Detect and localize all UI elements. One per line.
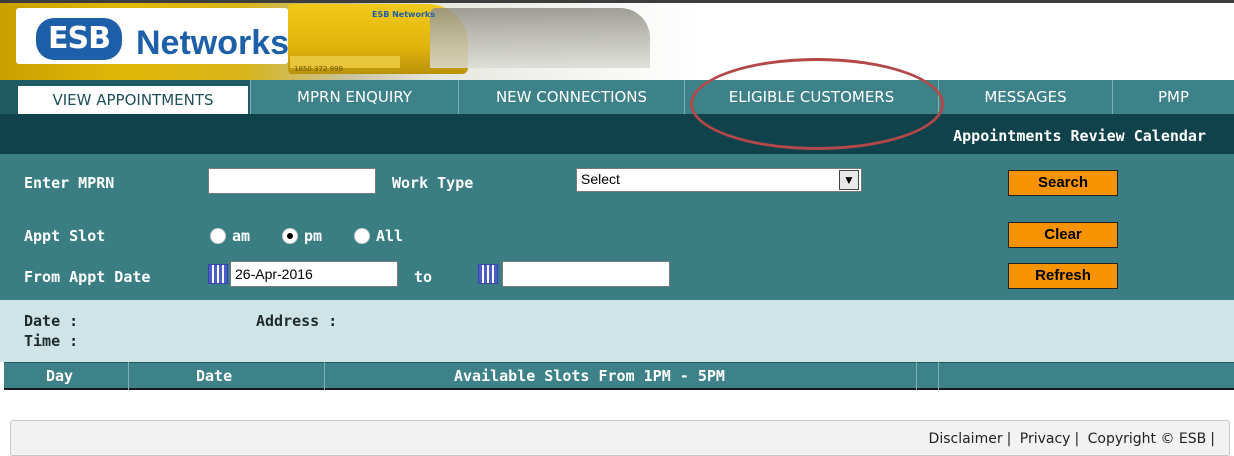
date-label: Date : xyxy=(24,312,79,330)
column-divider xyxy=(916,362,917,390)
banner-mini-logo: ESB Networks xyxy=(372,10,435,19)
work-type-selected-value: Select xyxy=(581,171,620,187)
tab-new-connections[interactable]: NEW CONNECTIONS xyxy=(458,80,684,114)
highlight-annotation xyxy=(690,58,944,150)
calendar-icon[interactable] xyxy=(478,264,498,284)
esb-logo-mark: ESB xyxy=(36,18,122,60)
column-header-available-slots: Available Slots From 1PM - 5PM xyxy=(454,367,725,385)
banner-strip: 1850 372 999 xyxy=(290,56,400,73)
slot-label-pm: pm xyxy=(304,227,323,245)
slot-label-all: All xyxy=(376,227,404,245)
slot-radio-all[interactable] xyxy=(354,228,370,244)
address-label: Address : xyxy=(256,312,338,330)
refresh-button[interactable]: Refresh xyxy=(1008,263,1118,289)
tab-messages[interactable]: MESSAGES xyxy=(938,80,1112,114)
clear-button[interactable]: Clear xyxy=(1008,222,1118,248)
esb-logo[interactable]: ESB Networks xyxy=(16,8,290,64)
from-appt-date-label: From Appt Date xyxy=(24,268,151,286)
calendar-icon[interactable] xyxy=(208,264,228,284)
appt-slot-label: Appt Slot xyxy=(24,227,106,245)
column-header-date: Date xyxy=(196,367,233,385)
to-label: to xyxy=(414,268,433,286)
appointment-details-header xyxy=(0,300,1234,362)
tab-mprn-enquiry[interactable]: MPRN ENQUIRY xyxy=(250,80,458,114)
tab-pmp[interactable]: PMP xyxy=(1112,80,1234,114)
column-divider xyxy=(128,362,129,390)
slot-radio-pm[interactable] xyxy=(282,228,298,244)
copyright-text: Copyright © ESB xyxy=(1087,431,1207,447)
tab-view-appointments[interactable]: VIEW APPOINTMENTS xyxy=(18,86,248,114)
search-button[interactable]: Search xyxy=(1008,170,1118,196)
to-date-input[interactable] xyxy=(502,261,670,287)
footer-separator: | xyxy=(1074,431,1080,447)
footer-separator: | xyxy=(1210,431,1215,447)
slot-label-am: am xyxy=(232,227,251,245)
footer-separator: | xyxy=(1006,431,1012,447)
mprn-label: Enter MPRN xyxy=(24,174,115,192)
header-banner: ESB Networks 1850 372 999 ESB Networks xyxy=(0,0,1234,80)
time-label: Time : xyxy=(24,332,79,350)
footer-links: Disclaimer | Privacy | Copyright © ESB | xyxy=(925,431,1215,447)
disclaimer-link[interactable]: Disclaimer xyxy=(929,431,1003,447)
column-divider xyxy=(938,362,939,390)
banner-strip-text: 1850 372 999 xyxy=(294,65,343,73)
from-date-input[interactable] xyxy=(230,261,398,287)
van-window-image xyxy=(430,8,650,68)
footer: Disclaimer | Privacy | Copyright © ESB | xyxy=(10,420,1230,456)
work-type-select[interactable]: Select ▼ xyxy=(576,168,862,192)
privacy-link[interactable]: Privacy xyxy=(1020,431,1071,447)
column-header-day: Day xyxy=(46,367,74,385)
slot-radio-am[interactable] xyxy=(210,228,226,244)
chevron-down-icon[interactable]: ▼ xyxy=(839,170,859,190)
appointments-review-calendar-link[interactable]: Appointments Review Calendar xyxy=(953,127,1206,145)
column-divider xyxy=(324,362,325,390)
work-type-label: Work Type xyxy=(392,174,474,192)
esb-logo-text: Networks xyxy=(136,24,290,62)
mprn-input[interactable] xyxy=(208,168,376,194)
top-border xyxy=(0,0,1234,3)
